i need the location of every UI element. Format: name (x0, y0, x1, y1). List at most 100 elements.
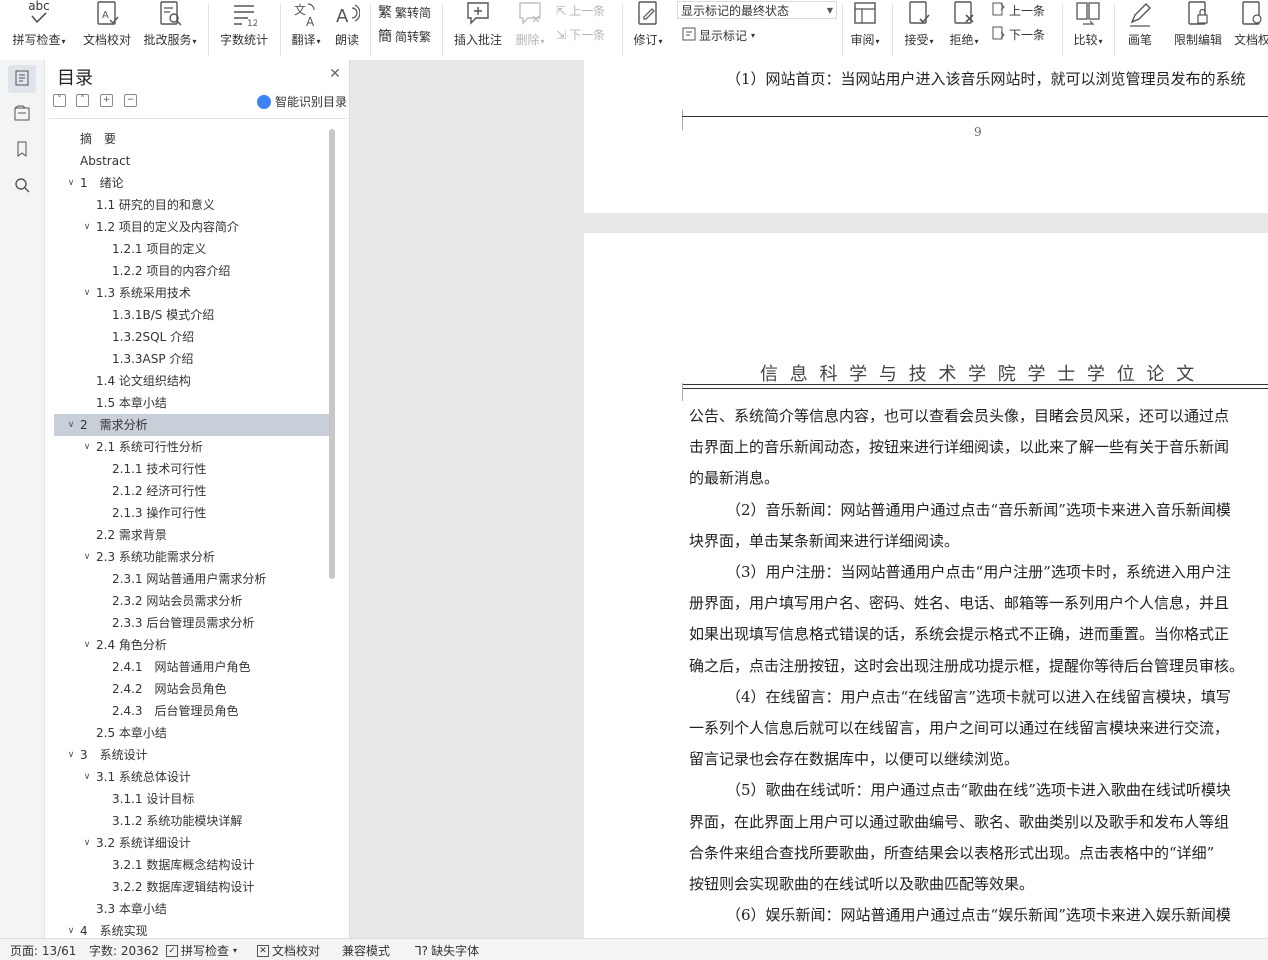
toc-item[interactable]: Abstract (54, 150, 329, 172)
toc-item[interactable]: 1.3.3ASP 介绍 (54, 348, 329, 370)
toc-item-label: 2.3 系统功能需求分析 (96, 550, 215, 564)
chevron-down-icon[interactable]: ∨ (82, 634, 92, 656)
proof-toggle[interactable]: ✕ 文档校对 (257, 942, 320, 959)
markup-state-select[interactable]: 显示标记的最终状态 ▼ (677, 1, 837, 19)
chevron-down-icon[interactable]: ∨ (66, 172, 76, 194)
toc-item[interactable]: 2.1.2 经济可行性 (54, 480, 329, 502)
simp-to-trad-button[interactable]: 簡 简转繁 (378, 26, 431, 46)
prev-comment-button[interactable]: ⇱ 上一条 (556, 2, 605, 19)
chevron-down-icon[interactable]: ∨ (82, 436, 92, 458)
chevron-down-icon[interactable]: ∨ (66, 744, 76, 766)
toc-item[interactable]: 3.2.1 数据库概念结构设计 (54, 854, 329, 876)
missing-font-button[interactable]: Ꞁ? 缺失字体 (415, 942, 479, 959)
chevron-down-icon[interactable]: ∨ (66, 414, 76, 436)
accept-button[interactable]: 接受▾ (900, 0, 938, 48)
next-comment-button[interactable]: ⇲ 下一条 (556, 26, 605, 43)
toc-scrollbar[interactable] (329, 129, 335, 579)
toc-item[interactable]: ∨ 2.1 系统可行性分析 (54, 436, 329, 458)
toc-item[interactable]: 2.4.1 网站普通用户角色 (54, 656, 329, 678)
chevron-down-icon[interactable]: ∨ (82, 546, 92, 568)
toc-item[interactable]: 2.3.3 后台管理员需求分析 (54, 612, 329, 634)
translate-button[interactable]: 文A 翻译▾ (286, 0, 326, 48)
track-changes-button[interactable]: 修订▾ (628, 0, 668, 48)
chevron-down-icon[interactable]: ∨ (82, 282, 92, 304)
toc-item[interactable]: ∨ 2.3 系统功能需求分析 (54, 546, 329, 568)
toc-item[interactable]: ∨ 1.3 系统采用技术 (54, 282, 329, 304)
prev-change-button[interactable]: 上一条 (992, 2, 1045, 19)
chevron-down-icon[interactable]: ∨ (82, 832, 92, 854)
toc-item[interactable]: 3.2.2 数据库逻辑结构设计 (54, 876, 329, 898)
doc-proof-button[interactable]: A 文档校对 (80, 0, 134, 48)
toc-item[interactable]: 1.4 论文组织结构 (54, 370, 329, 392)
pen-button[interactable]: 画笔 (1120, 0, 1160, 48)
toc-item[interactable]: ∨ 1.2 项目的定义及内容简介 (54, 216, 329, 238)
next-change-button[interactable]: 下一条 (992, 26, 1045, 43)
toc-item[interactable]: 摘 要 (54, 128, 329, 150)
restrict-edit-button[interactable]: 限制编辑 (1170, 0, 1226, 48)
chevron-down-icon[interactable]: ∨ (82, 216, 92, 238)
track-label: 修订 (633, 33, 658, 47)
toc-item[interactable]: 2.5 本章小结 (54, 722, 329, 744)
trad-to-simp-button[interactable]: 繁 繁转简 (378, 2, 431, 22)
review-pane-button[interactable]: 审阅▾ (846, 0, 884, 48)
prev-change-label: 上一条 (1009, 4, 1046, 18)
toc-item[interactable]: 2.4.3 后台管理员角色 (54, 700, 329, 722)
toc-item[interactable]: 3.1.2 系统功能模块详解 (54, 810, 329, 832)
chapter-nav-button[interactable] (8, 100, 36, 128)
promote-icon[interactable]: + (100, 94, 113, 107)
toc-item[interactable]: 2.3.1 网站普通用户需求分析 (54, 568, 329, 590)
toc-item[interactable]: 2.1.3 操作可行性 (54, 502, 329, 524)
smart-toc-label: 智能识别目录 (274, 95, 347, 109)
toc-item-label: 1.2 项目的定义及内容简介 (96, 220, 239, 234)
batch-service-button[interactable]: 批改服务▾ (140, 0, 200, 48)
page-number: 9 (974, 125, 982, 139)
toc-item[interactable]: 2.3.2 网站会员需求分析 (54, 590, 329, 612)
smart-toc-button[interactable]: 智能识别目录 (256, 93, 347, 110)
toc-item[interactable]: ∨ 3.1 系统总体设计 (54, 766, 329, 788)
toc-item[interactable]: 1.5 本章小结 (54, 392, 329, 414)
toc-item[interactable]: 1.1 研究的目的和意义 (54, 194, 329, 216)
toc-item[interactable]: 1.3.1B/S 模式介绍 (54, 304, 329, 326)
bookmark-button[interactable] (8, 136, 36, 164)
toc-item[interactable]: 1.3.2SQL 介绍 (54, 326, 329, 348)
spell-check-toggle[interactable]: ✓ 拼写检查 ▾ (166, 942, 237, 959)
search-icon (14, 177, 30, 196)
toc-item[interactable]: ∨ 1 绪论 (54, 172, 329, 194)
toc-item[interactable]: ∨ 3.2 系统详细设计 (54, 832, 329, 854)
spell-check-button[interactable]: abc 拼写检查▾ (8, 0, 70, 48)
doc-rights-button[interactable]: 文档权 (1230, 0, 1268, 48)
insert-comment-button[interactable]: 插入批注 (450, 0, 506, 48)
toc-item[interactable]: 1.2.1 项目的定义 (54, 238, 329, 260)
find-button[interactable] (8, 172, 36, 200)
word-count-label: 字数统计 (219, 33, 268, 47)
delete-comment-button[interactable]: 删除▾ (510, 0, 550, 48)
toc-item[interactable]: 1.2.2 项目的内容介绍 (54, 260, 329, 282)
read-aloud-button[interactable]: A 朗读 (330, 0, 364, 48)
toc-item[interactable]: 3.3 本章小结 (54, 898, 329, 920)
margin-mark (682, 383, 683, 401)
compare-button[interactable]: 比较▾ (1068, 0, 1108, 48)
expand-all-icon[interactable]: ˄ (76, 94, 89, 107)
page-indicator[interactable]: 页面: 13/61 (10, 942, 76, 959)
word-count-button[interactable]: 123 字数统计 (216, 0, 272, 48)
chevron-down-icon[interactable]: ∨ (82, 766, 92, 788)
toc-item[interactable]: ∨ 4 系统实现 (54, 920, 329, 939)
toc-item[interactable]: 2.1.1 技术可行性 (54, 458, 329, 480)
collapse-all-icon[interactable]: ˅ (53, 94, 66, 107)
toc-item[interactable]: 2.2 需求背景 (54, 524, 329, 546)
show-markup-button[interactable]: 显示标记 ▾ (682, 27, 755, 44)
toc-pane-button[interactable] (8, 65, 36, 93)
toc-item[interactable]: ∨ 3 系统设计 (54, 744, 329, 766)
spell-check-label: 拼写检查 (12, 33, 61, 47)
close-icon[interactable]: ✕ (327, 66, 343, 82)
word-count-indicator[interactable]: 字数: 20362 (89, 942, 159, 959)
reject-button[interactable]: 拒绝▾ (944, 0, 984, 48)
toc-item-label: 3 系统设计 (80, 748, 148, 762)
toc-item[interactable]: ∨ 2 需求分析 (54, 414, 329, 436)
toc-item[interactable]: 3.1.1 设计目标 (54, 788, 329, 810)
paragraph-line: 公告、系统简介等信息内容，也可以查看会员头像，目睹会员风采，还可以通过点 (689, 407, 1230, 425)
toc-item[interactable]: ∨ 2.4 角色分析 (54, 634, 329, 656)
toc-item[interactable]: 2.4.2 网站会员角色 (54, 678, 329, 700)
demote-icon[interactable]: − (124, 94, 137, 107)
chevron-down-icon[interactable]: ∨ (66, 920, 76, 939)
